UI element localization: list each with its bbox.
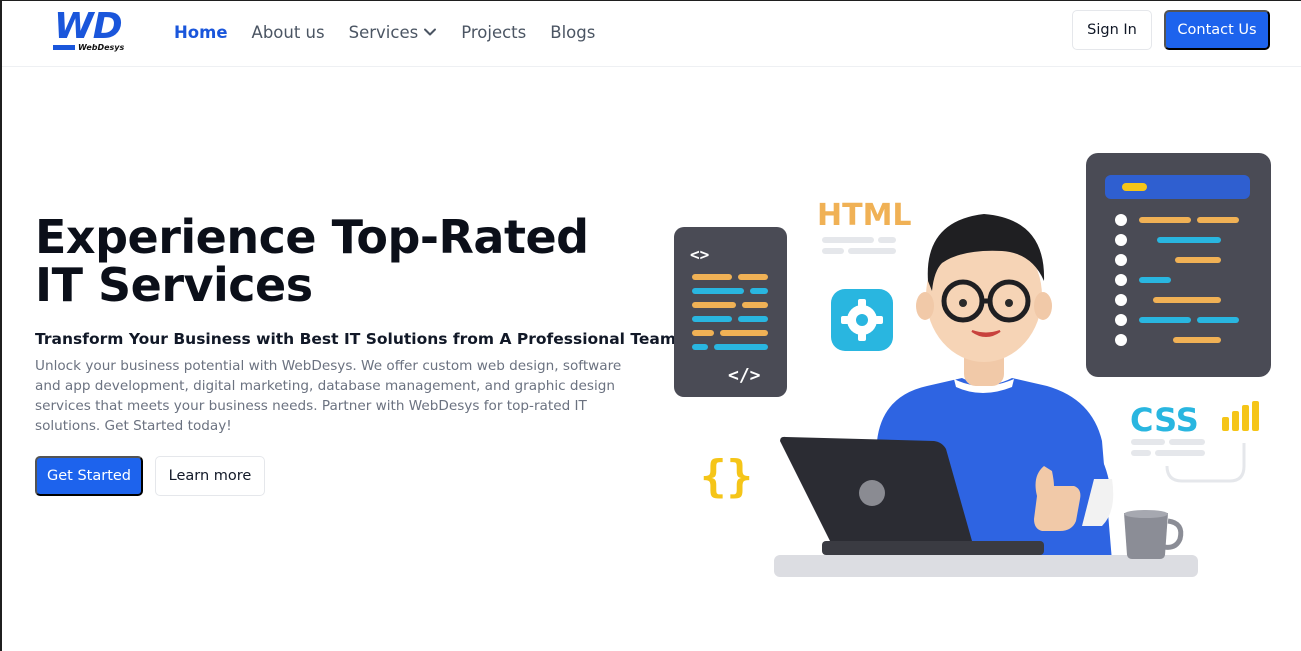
braces-icon: {}	[700, 451, 753, 502]
logo-mark: WD	[54, 6, 123, 47]
gear-icon	[831, 289, 893, 351]
main-nav: Home About us Services Projects Blogs	[174, 21, 619, 43]
code-panel-icon: <> </>	[674, 227, 787, 397]
nav-home[interactable]: Home	[174, 23, 228, 42]
learn-more-button[interactable]: Learn more	[155, 456, 265, 496]
sign-in-button[interactable]: Sign In	[1072, 10, 1152, 50]
navbar: WD WebDesys Home About us Services Proje…	[2, 1, 1301, 67]
chevron-down-icon	[424, 28, 437, 36]
code-tag-close: </>	[728, 365, 761, 386]
logo-subtext: WebDesys	[78, 43, 125, 52]
nav-about[interactable]: About us	[252, 23, 325, 42]
hero-illustration: <> </> HTML {} CSS	[674, 153, 1271, 577]
hero-description: Unlock your business potential with WebD…	[35, 358, 622, 434]
get-started-button[interactable]: Get Started	[35, 456, 143, 496]
hero-subtitle: Transform Your Business with Best IT Sol…	[35, 330, 677, 348]
code-tag-open: <>	[690, 245, 709, 264]
editor-panel-icon	[1086, 153, 1271, 377]
nav-services[interactable]: Services	[349, 23, 438, 42]
css-label: CSS	[1130, 401, 1199, 439]
mug-icon	[1124, 510, 1184, 559]
nav-projects[interactable]: Projects	[461, 23, 526, 42]
hero-title: Experience Top-Rated IT Services	[35, 210, 589, 312]
nav-blogs[interactable]: Blogs	[550, 23, 595, 42]
bar-chart-icon	[1222, 401, 1259, 431]
nav-services-label: Services	[348, 22, 419, 42]
brand-logo[interactable]: WD WebDesys	[52, 6, 125, 57]
logo-underline	[53, 45, 75, 50]
contact-us-button[interactable]: Contact Us	[1164, 10, 1270, 50]
html-label: HTML	[817, 198, 912, 233]
